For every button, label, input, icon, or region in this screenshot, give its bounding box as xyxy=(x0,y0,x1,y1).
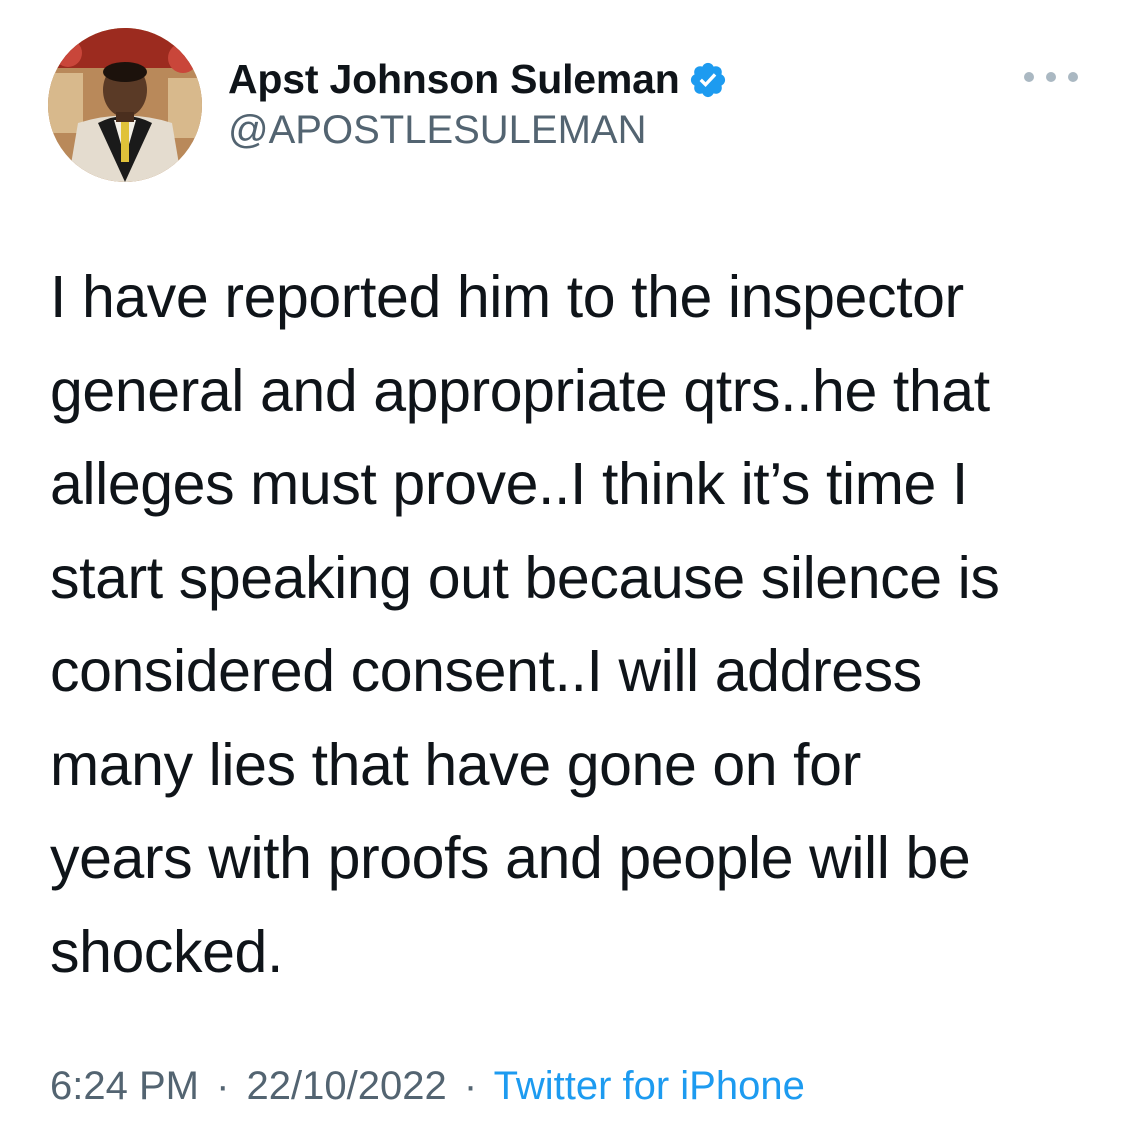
tweet-text-line: I have reported him to the inspector xyxy=(50,264,964,330)
tweet-text-line: considered consent..I will address xyxy=(50,638,922,704)
author-display-name[interactable]: Apst Johnson Suleman xyxy=(228,56,680,103)
tweet-text-line: general and appropriate qtrs..he that xyxy=(50,357,990,424)
tweet-date[interactable]: 22/10/2022 xyxy=(247,1064,447,1108)
meta-separator: · xyxy=(216,1064,230,1108)
tweet-meta: 6:24 PM · 22/10/2022 · Twitter for iPhon… xyxy=(50,1064,805,1109)
tweet-text-line: shocked. xyxy=(50,918,283,985)
more-dot-icon xyxy=(1024,72,1034,82)
meta-separator: · xyxy=(463,1064,478,1108)
author-info: Apst Johnson Suleman @APOSTLESULEMAN xyxy=(228,52,728,153)
tweet-text: I have reported him to the inspector gen… xyxy=(50,251,1090,999)
tweet-source-link[interactable]: Twitter for iPhone xyxy=(494,1064,805,1108)
more-dot-icon xyxy=(1046,72,1056,82)
author-name-row: Apst Johnson Suleman xyxy=(228,52,728,106)
more-options-button[interactable] xyxy=(1024,62,1078,92)
verified-badge-icon xyxy=(688,60,728,100)
tweet-card: Apst Johnson Suleman @APOSTLESULEMAN I h… xyxy=(0,0,1125,1145)
author-avatar[interactable] xyxy=(48,28,202,182)
avatar-photo-icon xyxy=(48,28,202,182)
tweet-text-line: alleges must prove..I think it’s time I xyxy=(50,451,968,517)
tweet-text-line: years with proofs and people will be xyxy=(50,825,971,891)
more-dot-icon xyxy=(1068,72,1078,82)
author-handle[interactable]: @APOSTLESULEMAN xyxy=(228,108,728,153)
tweet-time[interactable]: 6:24 PM xyxy=(50,1064,199,1108)
tweet-text-line: many lies that have gone on for xyxy=(50,731,861,798)
tweet-text-line: start speaking out because silence is xyxy=(50,544,1000,611)
